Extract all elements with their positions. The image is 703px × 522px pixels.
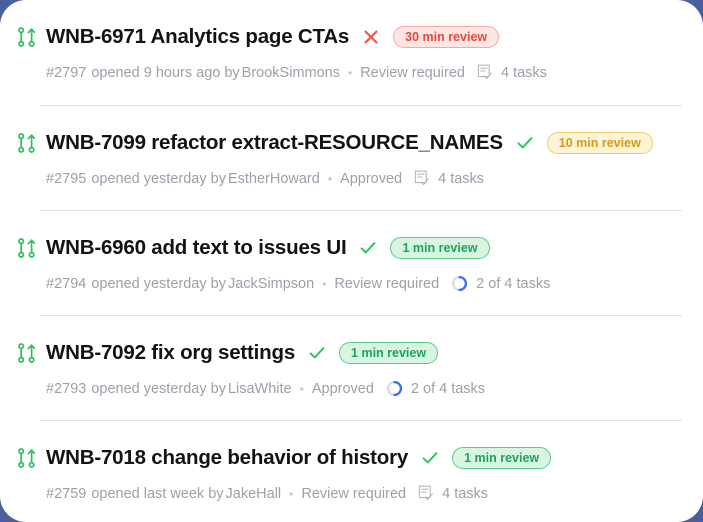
pull-request-meta: #2795 opened yesterday by EstherHoward • App… bbox=[46, 170, 683, 187]
tasks-count: 2 of 4 tasks bbox=[476, 275, 551, 292]
pull-request-opened-text: opened 9 hours ago by bbox=[91, 64, 240, 81]
pull-request-row[interactable]: WNB-7092 fix org settings 1 min review #27… bbox=[0, 316, 703, 421]
pull-request-meta: #2759 opened last week by JakeHall • Review … bbox=[46, 485, 683, 502]
check-icon bbox=[517, 137, 533, 149]
pull-request-author[interactable]: JakeHall bbox=[224, 486, 282, 502]
x-icon bbox=[364, 30, 378, 44]
check-icon bbox=[309, 347, 325, 359]
pull-request-title[interactable]: WNB-7092 fix org settings bbox=[46, 342, 295, 364]
pull-request-opened-text: opened yesterday by bbox=[91, 275, 226, 292]
pull-request-number: #2793 bbox=[46, 380, 87, 397]
tasks-progress-icon bbox=[386, 380, 402, 397]
review-time-badge[interactable]: 10 min review bbox=[546, 132, 653, 154]
review-state: Approved bbox=[311, 380, 374, 397]
tasks-count: 4 tasks bbox=[442, 485, 489, 502]
pull-request-title-line: WNB-6971 Analytics page CTAs 30 min revie… bbox=[16, 26, 683, 48]
tasks-checklist-icon bbox=[414, 170, 430, 186]
pull-request-row-content: WNB-6960 add text to issues UI 1 min revi… bbox=[16, 211, 683, 292]
pull-request-title-line: WNB-7099 refactor extract-RESOURCE_NAMES… bbox=[16, 132, 683, 154]
pull-request-number: #2797 bbox=[46, 64, 87, 81]
pull-request-title[interactable]: WNB-6971 Analytics page CTAs bbox=[46, 26, 349, 48]
pull-request-row-content: WNB-7018 change behavior of history 1 min… bbox=[16, 421, 683, 502]
review-state: Review required bbox=[334, 275, 440, 292]
pull-request-title-line: WNB-6960 add text to issues UI 1 min revi… bbox=[16, 237, 683, 259]
meta-separator-dot: • bbox=[289, 486, 294, 501]
pull-request-author[interactable]: BrookSimmons bbox=[240, 65, 340, 81]
pull-request-row[interactable]: WNB-6971 Analytics page CTAs 30 min revie… bbox=[0, 0, 703, 106]
review-state: Approved bbox=[340, 170, 403, 187]
pull-request-opened-text: opened last week by bbox=[91, 485, 224, 502]
tasks-group: 4 tasks bbox=[477, 64, 547, 81]
review-time-badge[interactable]: 30 min review bbox=[393, 26, 500, 48]
pull-request-author[interactable]: JackSimpson bbox=[226, 276, 314, 292]
pull-request-opened-text: opened yesterday by bbox=[91, 380, 226, 397]
tasks-group: 4 tasks bbox=[414, 170, 484, 187]
pull-request-title-line: WNB-7092 fix org settings 1 min review bbox=[16, 342, 683, 364]
pull-request-title-line: WNB-7018 change behavior of history 1 min… bbox=[16, 447, 683, 469]
pull-request-author[interactable]: LisaWhite bbox=[226, 381, 292, 397]
pull-request-list-card: WNB-6971 Analytics page CTAs 30 min revie… bbox=[0, 0, 703, 522]
tasks-group: 2 of 4 tasks bbox=[386, 380, 485, 397]
meta-separator-dot: • bbox=[322, 276, 327, 291]
pull-request-meta: #2794 opened yesterday by JackSimpson • Revi… bbox=[46, 275, 683, 292]
pull-request-row[interactable]: WNB-7018 change behavior of history 1 min… bbox=[0, 421, 703, 522]
git-pull-request-icon bbox=[18, 448, 35, 468]
review-time-badge[interactable]: 1 min review bbox=[452, 447, 552, 469]
tasks-progress-icon bbox=[452, 275, 468, 292]
pull-request-list: WNB-6971 Analytics page CTAs 30 min revie… bbox=[0, 0, 703, 522]
tasks-checklist-icon bbox=[418, 485, 434, 501]
meta-separator-dot: • bbox=[327, 171, 333, 186]
review-state: Review required bbox=[360, 64, 465, 81]
review-state: Review required bbox=[301, 485, 407, 502]
meta-separator-dot: • bbox=[299, 381, 304, 396]
tasks-count: 4 tasks bbox=[438, 170, 485, 187]
pull-request-meta: #2793 opened yesterday by LisaWhite • Approv… bbox=[46, 380, 683, 397]
review-time-badge[interactable]: 1 min review bbox=[339, 342, 439, 364]
git-pull-request-icon bbox=[18, 343, 35, 363]
tasks-count: 4 tasks bbox=[500, 64, 547, 81]
pull-request-row-content: WNB-6971 Analytics page CTAs 30 min revie… bbox=[16, 0, 683, 81]
pull-request-opened-text: opened yesterday by bbox=[91, 170, 226, 187]
pull-request-row[interactable]: WNB-6960 add text to issues UI 1 min revi… bbox=[0, 211, 703, 316]
meta-separator-dot: • bbox=[347, 65, 353, 80]
check-icon bbox=[422, 452, 438, 464]
pull-request-title[interactable]: WNB-6960 add text to issues UI bbox=[46, 237, 347, 259]
tasks-count: 2 of 4 tasks bbox=[410, 380, 486, 397]
review-time-badge[interactable]: 1 min review bbox=[390, 237, 490, 259]
pull-request-meta: #2797 opened 9 hours ago by BrookSimmons • R… bbox=[46, 64, 683, 81]
pull-request-title[interactable]: WNB-7099 refactor extract-RESOURCE_NAMES bbox=[46, 132, 503, 154]
pull-request-row-content: WNB-7092 fix org settings 1 min review #27… bbox=[16, 316, 683, 397]
pull-request-number: #2794 bbox=[46, 275, 87, 292]
git-pull-request-icon bbox=[18, 133, 35, 153]
pull-request-number: #2795 bbox=[46, 170, 87, 187]
tasks-checklist-icon bbox=[477, 64, 492, 80]
pull-request-author[interactable]: EstherHoward bbox=[226, 171, 320, 187]
pull-request-row[interactable]: WNB-7099 refactor extract-RESOURCE_NAMES… bbox=[0, 106, 703, 211]
git-pull-request-icon bbox=[18, 238, 35, 258]
tasks-group: 2 of 4 tasks bbox=[451, 275, 550, 292]
git-pull-request-icon bbox=[18, 27, 35, 47]
pull-request-row-content: WNB-7099 refactor extract-RESOURCE_NAMES… bbox=[16, 106, 683, 187]
pull-request-number: #2759 bbox=[46, 485, 87, 502]
pull-request-title[interactable]: WNB-7018 change behavior of history bbox=[46, 447, 408, 469]
check-icon bbox=[361, 242, 376, 254]
tasks-group: 4 tasks bbox=[418, 485, 488, 502]
